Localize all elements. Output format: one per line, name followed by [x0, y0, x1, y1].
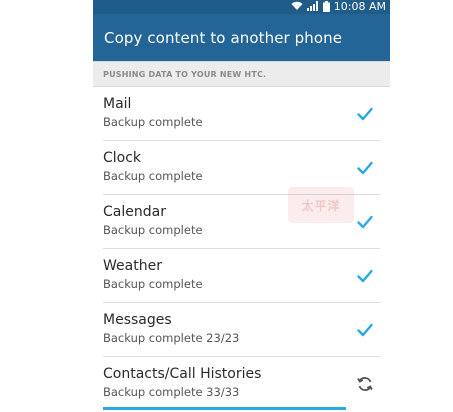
item-list: Mail Backup complete Clock Backup complete C… [93, 87, 390, 411]
item-title: Mail [103, 96, 132, 112]
item-status: Backup complete [103, 277, 203, 291]
wifi-icon [291, 1, 303, 10]
progress-fill [103, 407, 346, 410]
check-icon [356, 105, 374, 123]
list-item[interactable]: Weather Backup complete [93, 249, 390, 303]
check-icon [356, 159, 374, 177]
check-icon [356, 267, 374, 285]
item-status: Backup complete [103, 223, 203, 237]
watermark-logo: 太平洋 [288, 187, 354, 223]
status-time: 10:08 AM [333, 0, 386, 13]
item-status: Backup complete 33/33 [103, 385, 240, 399]
check-icon [356, 321, 374, 339]
check-icon [356, 213, 374, 231]
list-item[interactable]: Mail Backup complete [93, 87, 390, 141]
page-title: Copy content to another phone [104, 28, 343, 47]
item-status: Backup complete [103, 169, 203, 183]
section-header: PUSHING DATA TO YOUR NEW HTC. [93, 61, 390, 87]
battery-icon [322, 0, 330, 12]
item-title: Contacts/Call Histories [103, 366, 262, 382]
sync-icon [356, 375, 374, 393]
item-status: Backup complete [103, 115, 203, 129]
item-title: Messages [103, 312, 172, 328]
item-title: Clock [103, 150, 142, 166]
signal-icon [306, 1, 318, 11]
status-icons: 10:08 AM [291, 0, 386, 13]
status-bar: 10:08 AM [93, 0, 390, 14]
app-bar: Copy content to another phone [93, 14, 390, 61]
item-status: Backup complete 23/23 [103, 331, 240, 345]
list-item[interactable]: Messages Backup complete 23/23 [93, 303, 390, 357]
phone-screen: 10:08 AM Copy content to another phone P… [93, 0, 390, 412]
list-item[interactable]: Contacts/Call Histories Backup complete 3… [93, 357, 390, 411]
progress-bar [103, 407, 346, 410]
item-title: Weather [103, 258, 162, 274]
